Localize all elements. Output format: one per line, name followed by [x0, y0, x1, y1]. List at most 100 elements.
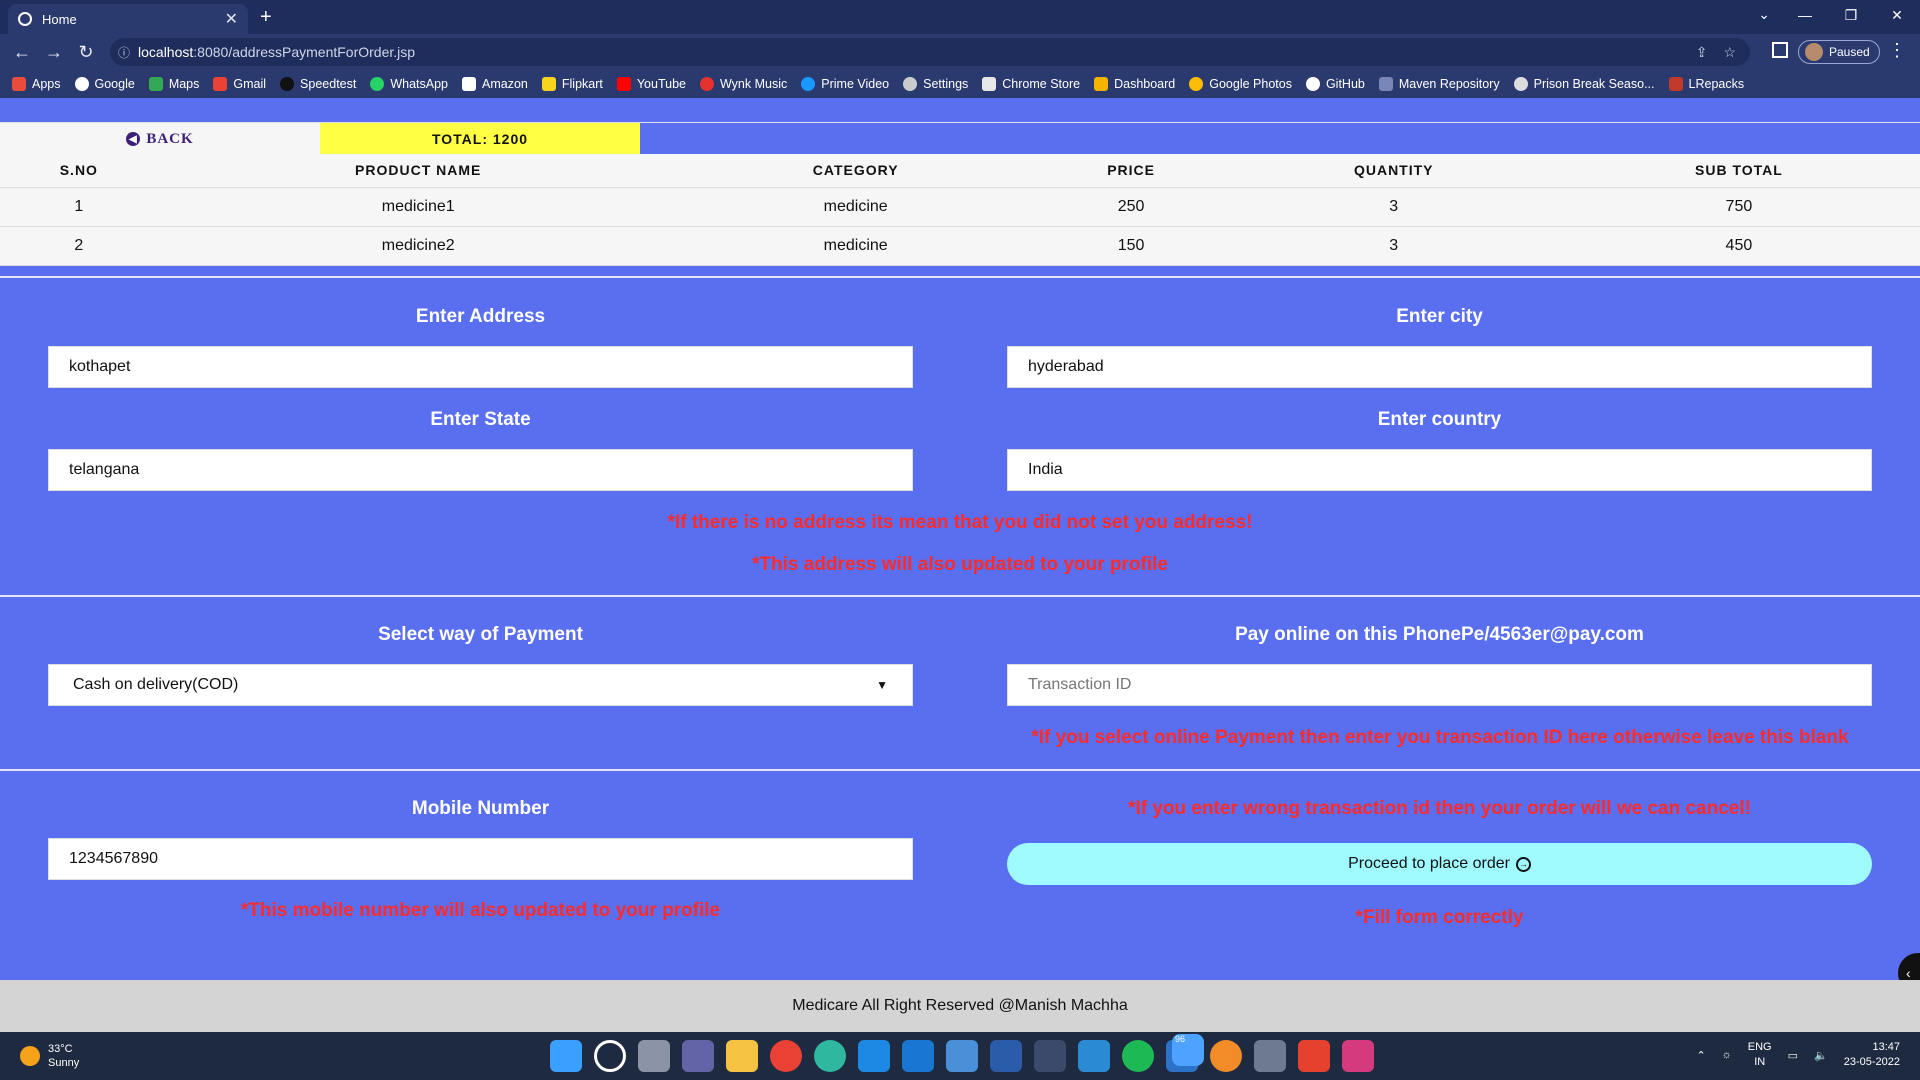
wrong-transaction-note: *If you enter wrong transaction id then …: [1128, 798, 1751, 819]
side-panel-icon[interactable]: [1772, 42, 1788, 58]
profile-button[interactable]: Paused: [1798, 40, 1880, 64]
arrow-left-circle-icon: ◀: [126, 132, 141, 146]
url-path: :8080/addressPaymentForOrder.jsp: [193, 44, 416, 60]
calculator-icon[interactable]: [1254, 1040, 1286, 1072]
flipkart-icon: [541, 77, 556, 91]
bookmark-item[interactable]: Apps: [12, 77, 61, 91]
no-address-note: *If there is no address its mean that yo…: [667, 512, 1253, 533]
volume-icon[interactable]: 🔈: [1814, 1049, 1828, 1062]
bookmark-star-icon[interactable]: ☆: [1723, 44, 1736, 61]
bookmark-item[interactable]: Settings: [903, 77, 968, 91]
remote-desktop-icon[interactable]: [946, 1040, 978, 1072]
menu-dots-icon[interactable]: ⋮: [1888, 40, 1906, 61]
column-header: CATEGORY: [678, 154, 1033, 188]
mobile-update-note: *This mobile number will also updated to…: [240, 900, 721, 921]
proceed-order-button[interactable]: Proceed to place order →: [1007, 843, 1872, 885]
city-input[interactable]: [1007, 346, 1872, 388]
orders-table: S.NO PRODUCT NAME CATEGORY PRICE QUANTIT…: [0, 154, 1920, 266]
address-input[interactable]: [48, 346, 913, 388]
payment-way-select[interactable]: Cash on delivery(COD) ▼: [48, 664, 913, 706]
bookmark-item[interactable]: WhatsApp: [370, 77, 448, 91]
bookmark-item[interactable]: Google Photos: [1189, 77, 1292, 91]
address-bar[interactable]: ⓘ localhost:8080/addressPaymentForOrder.…: [110, 38, 1750, 66]
windows-start-icon[interactable]: [550, 1040, 582, 1072]
table-cell: 2: [0, 226, 158, 266]
speedtest-icon: [280, 77, 295, 91]
bookmark-item[interactable]: Gmail: [213, 77, 266, 91]
search-tool-icon[interactable]: [1210, 1040, 1242, 1072]
notification-badge: 96: [1172, 1034, 1204, 1066]
bookmarks-bar: Apps Google Maps Gmail Speedtest WhatsAp…: [0, 70, 1920, 98]
github-icon: [1305, 77, 1320, 91]
teams-icon[interactable]: [682, 1040, 714, 1072]
spotify-icon[interactable]: [1122, 1040, 1154, 1072]
powershell-icon[interactable]: [990, 1040, 1022, 1072]
bookmark-item[interactable]: Chrome Store: [982, 77, 1080, 91]
bookmark-item[interactable]: Google: [74, 77, 135, 91]
bookmark-item[interactable]: Flipkart: [541, 77, 603, 91]
table-cell: 250: [1032, 187, 1230, 227]
table-cell: 3: [1229, 187, 1558, 227]
table-header-row: S.NO PRODUCT NAME CATEGORY PRICE QUANTIT…: [0, 154, 1920, 188]
bookmark-item[interactable]: Prime Video: [801, 77, 889, 91]
info-icon[interactable]: ⓘ: [118, 44, 130, 61]
new-tab-button[interactable]: +: [260, 6, 272, 29]
youtube-icon: [616, 77, 631, 91]
google-icon: [74, 77, 89, 91]
search-icon[interactable]: [594, 1040, 626, 1072]
mobile-input[interactable]: [48, 838, 913, 880]
share-icon[interactable]: ⇪: [1696, 44, 1708, 61]
postman-icon[interactable]: [1298, 1040, 1330, 1072]
chrome-icon[interactable]: [770, 1040, 802, 1072]
back-arrow-icon[interactable]: ←: [6, 42, 38, 63]
bookmark-item[interactable]: Dashboard: [1094, 77, 1175, 91]
google-photos-icon: [1189, 77, 1204, 91]
bookmark-item[interactable]: Maven Repository: [1378, 77, 1500, 91]
mobile-label: Mobile Number: [411, 798, 550, 819]
vscode-icon[interactable]: [1078, 1040, 1110, 1072]
restore-button[interactable]: ❐: [1828, 0, 1874, 34]
back-button[interactable]: ◀ BACK: [0, 123, 320, 155]
file-explorer-icon[interactable]: [726, 1040, 758, 1072]
close-tab-icon[interactable]: ✕: [225, 9, 238, 29]
brightness-icon[interactable]: ☼: [1722, 1049, 1732, 1061]
bookmark-item[interactable]: YouTube: [616, 77, 686, 91]
network-icon[interactable]: ▭: [1788, 1049, 1798, 1062]
bookmark-item[interactable]: LRepacks: [1668, 77, 1744, 91]
chevron-up-icon[interactable]: ⌃: [1696, 1049, 1705, 1062]
state-input[interactable]: [48, 449, 913, 491]
edge-icon[interactable]: [814, 1040, 846, 1072]
store-icon[interactable]: [858, 1040, 890, 1072]
mail-icon[interactable]: [902, 1040, 934, 1072]
gmail-icon: [213, 77, 228, 91]
close-window-button[interactable]: ✕: [1874, 0, 1920, 34]
column-header: PRODUCT NAME: [157, 154, 679, 188]
url-host: localhost: [138, 44, 194, 60]
browser-tab[interactable]: Home ✕: [8, 4, 248, 34]
weather-temp: 33°C: [48, 1043, 73, 1055]
bookmark-item[interactable]: Speedtest: [280, 77, 356, 91]
table-cell: 450: [1557, 226, 1920, 266]
sun-icon: [20, 1046, 40, 1066]
bookmark-item[interactable]: GitHub: [1305, 77, 1365, 91]
forward-arrow-icon[interactable]: →: [38, 42, 70, 63]
sql-icon[interactable]: [1034, 1040, 1066, 1072]
clock[interactable]: 13:47 23-05-2022: [1844, 1040, 1900, 1070]
transaction-id-input[interactable]: [1007, 664, 1872, 706]
task-view-icon[interactable]: [638, 1040, 670, 1072]
bookmark-item[interactable]: Prison Break Seaso...: [1513, 77, 1655, 91]
weather-widget[interactable]: 33°C Sunny: [20, 1042, 79, 1070]
bookmark-item[interactable]: Maps: [148, 77, 199, 91]
intellij-icon[interactable]: [1342, 1040, 1374, 1072]
maps-icon: [148, 77, 163, 91]
bookmark-item[interactable]: Wynk Music: [699, 77, 787, 91]
tab-search-icon[interactable]: ⌄: [1758, 6, 1770, 23]
country-input[interactable]: [1007, 449, 1872, 491]
whatsapp-taskbar-icon[interactable]: 96: [1166, 1034, 1204, 1072]
reload-icon[interactable]: ↻: [70, 42, 102, 63]
language-indicator[interactable]: ENG IN: [1748, 1040, 1772, 1070]
lrepacks-icon: [1668, 77, 1683, 91]
bookmark-item[interactable]: Amazon: [462, 77, 528, 91]
table-cell: medicine: [678, 187, 1033, 227]
minimize-button[interactable]: —: [1782, 0, 1828, 34]
